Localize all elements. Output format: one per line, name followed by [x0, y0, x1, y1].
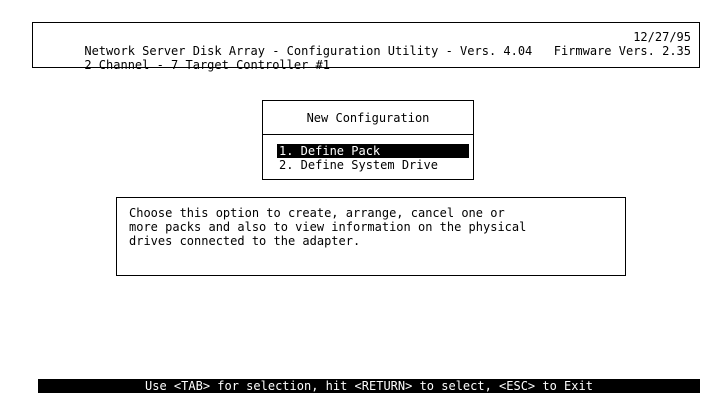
help-text-line-2: more packs and also to view information … — [129, 220, 527, 234]
help-text-line-3: drives connected to the adapter. — [129, 234, 361, 248]
header-panel: Network Server Disk Array - Configuratio… — [32, 22, 700, 72]
status-bar: Use <TAB> for selection, hit <RETURN> to… — [38, 379, 700, 393]
help-text-line-1: Choose this option to create, arrange, c… — [129, 206, 505, 220]
header-line-1: Network Server Disk Array - Configuratio… — [41, 30, 691, 58]
menu-item-define-pack[interactable]: 1. Define Pack — [277, 144, 469, 158]
header-line-2: 2 Channel - 7 Target Controller #1 Firmw… — [41, 44, 691, 72]
utility-date: 12/27/95 — [633, 30, 691, 44]
firmware-version: Firmware Vers. 2.35 — [553, 44, 691, 58]
menu-divider — [263, 134, 473, 135]
controller-info: 2 Channel - 7 Target Controller #1 — [84, 58, 330, 72]
menu-item-define-system-drive[interactable]: 2. Define System Drive — [277, 158, 440, 172]
menu-title: New Configuration — [306, 111, 430, 125]
help-panel: Choose this option to create, arrange, c… — [116, 197, 626, 276]
config-utility-screen: Network Server Disk Array - Configuratio… — [0, 0, 720, 407]
new-configuration-menu: New Configuration 1. Define Pack 2. Defi… — [262, 100, 474, 180]
